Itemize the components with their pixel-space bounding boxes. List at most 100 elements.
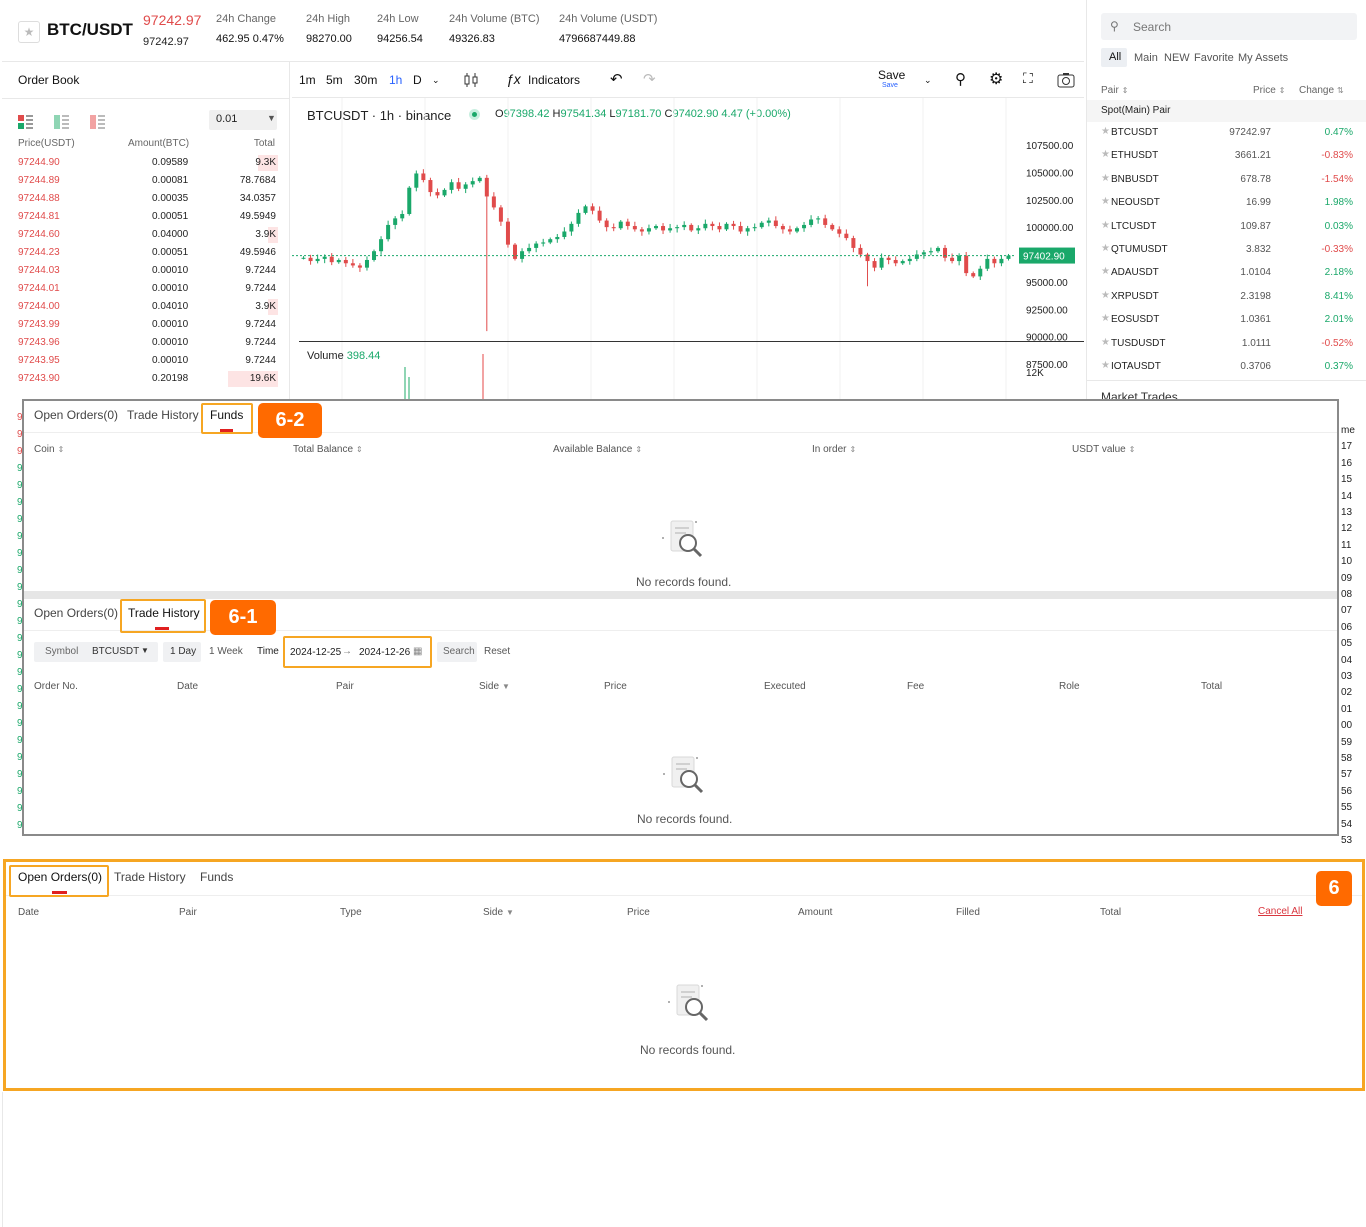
interval-5m[interactable]: 5m	[326, 73, 343, 87]
tab-new[interactable]: NEW	[1164, 52, 1190, 64]
search-placeholder: Search	[1133, 20, 1172, 34]
col-side[interactable]: Side ▼	[483, 907, 514, 918]
col-price[interactable]: Price ⇕	[1253, 85, 1286, 96]
search-button[interactable]: Search	[437, 642, 477, 662]
search-box[interactable]: ⚲ Search	[1101, 13, 1357, 40]
alert-icon[interactable]: ⚲	[955, 70, 966, 88]
tab-main[interactable]: Main	[1134, 52, 1158, 64]
cancel-all-link[interactable]: Cancel All	[1258, 906, 1302, 917]
col-side[interactable]: Side ▼	[479, 681, 510, 692]
indicators-button[interactable]: Indicators	[528, 73, 580, 87]
ask-row[interactable]: 97244.23 0.00051 49.5946	[2, 244, 290, 262]
favorite-star-icon[interactable]: ★	[1101, 266, 1110, 277]
col-role: Role	[1059, 681, 1080, 692]
tab-all[interactable]: All	[1101, 48, 1127, 67]
one-day-button[interactable]: 1 Day	[163, 642, 201, 662]
favorite-star-icon[interactable]: ★	[1101, 196, 1110, 207]
ask-row[interactable]: 97244.90 0.09589 9.3K	[2, 154, 290, 172]
interval-1h[interactable]: 1h	[389, 73, 402, 87]
undo-icon[interactable]: ↶	[610, 70, 623, 88]
tab-trade-history[interactable]: Trade History	[114, 870, 186, 884]
ask-row[interactable]: 97244.00 0.04010 3.9K	[2, 298, 290, 316]
pair-row[interactable]: ★ QTUMUSDT 3.832 -0.33%	[1087, 239, 1366, 262]
col-change[interactable]: Change ⇅	[1299, 85, 1344, 96]
tab-my-assets[interactable]: My Assets	[1238, 52, 1288, 64]
interval-dropdown-icon[interactable]: ⌄	[432, 75, 440, 86]
favorite-star-icon[interactable]: ★	[1101, 360, 1110, 371]
candle-type-icon[interactable]	[463, 72, 479, 88]
ask-row[interactable]: 97243.95 0.00010 9.7244	[2, 352, 290, 370]
pair-row[interactable]: ★ LTCUSDT 109.87 0.03%	[1087, 216, 1366, 239]
pair-row[interactable]: ★ EOSUSDT 1.0361 2.01%	[1087, 309, 1366, 332]
pair-row[interactable]: ★ IOTAUSDT 0.3706 0.37%	[1087, 356, 1366, 379]
col-total: Total	[1100, 907, 1122, 918]
candle-body	[491, 196, 496, 208]
col-pair[interactable]: Pair ⇕	[1101, 85, 1129, 96]
col-pair: Pair	[179, 907, 197, 918]
pair-row[interactable]: ★ BTCUSDT 97242.97 0.47%	[1087, 122, 1366, 145]
pair-row[interactable]: ★ ADAUSDT 1.0104 2.18%	[1087, 262, 1366, 285]
book-asks-icon[interactable]	[90, 115, 105, 130]
pair-row[interactable]: ★ NEOUSDT 16.99 1.98%	[1087, 192, 1366, 215]
date-range-picker[interactable]: 2024-12-25 → 2024-12-26 ▦	[283, 636, 432, 668]
tab-favorite[interactable]: Favorite	[1194, 52, 1234, 64]
pair-row[interactable]: ★ XRPUSDT 2.3198 8.41%	[1087, 286, 1366, 309]
candle-body	[668, 228, 673, 231]
candle-body	[301, 257, 306, 259]
ask-row[interactable]: 97244.01 0.00010 9.7244	[2, 280, 290, 298]
interval-d[interactable]: D	[413, 73, 422, 87]
ask-row[interactable]: 97244.89 0.00081 78.7684	[2, 172, 290, 190]
book-bids-icon[interactable]	[54, 115, 69, 130]
col-coin[interactable]: Coin ⇕	[34, 444, 64, 455]
fullscreen-icon[interactable]: ⛶	[1023, 70, 1033, 87]
ask-row[interactable]: 97243.99 0.00010 9.7244	[2, 316, 290, 334]
tab-trade-history[interactable]: Trade History	[127, 408, 199, 422]
save-button[interactable]: Save	[878, 68, 905, 82]
ask-amount: 0.00010	[152, 355, 189, 366]
col-total-balance[interactable]: Total Balance ⇕	[293, 444, 363, 455]
precision-select[interactable]: 0.01 ▼	[209, 110, 277, 130]
favorite-star-icon[interactable]: ★	[1101, 337, 1110, 348]
candle-plot: 107500.00 105000.00 102500.00 100000.00 9500…	[292, 98, 1075, 402]
col-usdt-value[interactable]: USDT value ⇕	[1072, 444, 1135, 455]
favorite-star-icon[interactable]: ★	[18, 21, 40, 43]
tab-funds[interactable]: Funds	[200, 870, 233, 884]
favorite-star-icon[interactable]: ★	[1101, 173, 1110, 184]
orders-tabs: Open Orders(0) Trade History Funds	[6, 862, 1362, 896]
candle-body	[379, 239, 384, 252]
interval-1m[interactable]: 1m	[299, 73, 316, 87]
book-both-icon[interactable]	[18, 115, 33, 130]
redo-icon[interactable]: ↷	[643, 70, 656, 88]
pair-row[interactable]: ★ ETHUSDT 3661.21 -0.83%	[1087, 145, 1366, 168]
trade-time-partial: 01	[1341, 703, 1353, 715]
ask-row[interactable]: 97243.96 0.00010 9.7244	[2, 334, 290, 352]
camera-icon[interactable]	[1057, 72, 1075, 88]
tab-open-orders[interactable]: Open Orders(0)	[34, 408, 118, 422]
step-badge: 6	[1316, 871, 1352, 906]
pair-row[interactable]: ★ BNBUSDT 678.78 -1.54%	[1087, 169, 1366, 192]
ask-row[interactable]: 97244.03 0.00010 9.7244	[2, 262, 290, 280]
col-in-order[interactable]: In order ⇕	[812, 444, 856, 455]
ask-row[interactable]: 97243.90 0.20198 19.6K	[2, 370, 290, 388]
pair-symbol: IOTAUSDT	[1111, 361, 1161, 372]
save-dropdown-icon[interactable]: ⌄	[924, 75, 932, 86]
gear-icon[interactable]: ⚙	[989, 69, 1003, 89]
ask-row[interactable]: 97244.88 0.00035 34.0357	[2, 190, 290, 208]
pair-row[interactable]: ★ TUSDUSDT 1.0111 -0.52%	[1087, 333, 1366, 356]
col-available-balance[interactable]: Available Balance ⇕	[553, 444, 642, 455]
reset-button[interactable]: Reset	[484, 646, 510, 657]
favorite-star-icon[interactable]: ★	[1101, 149, 1110, 160]
candle-body	[386, 224, 391, 240]
tab-open-orders[interactable]: Open Orders(0)	[34, 606, 118, 620]
favorite-star-icon[interactable]: ★	[1101, 243, 1110, 254]
interval-30m[interactable]: 30m	[354, 73, 377, 87]
one-week-button[interactable]: 1 Week	[209, 646, 243, 657]
favorite-star-icon[interactable]: ★	[1101, 313, 1110, 324]
favorite-star-icon[interactable]: ★	[1101, 220, 1110, 231]
step-badge: 6-2	[258, 403, 322, 438]
ask-row[interactable]: 97244.60 0.04000 3.9K	[2, 226, 290, 244]
favorite-star-icon[interactable]: ★	[1101, 290, 1110, 301]
ask-row[interactable]: 97244.81 0.00051 49.5949	[2, 208, 290, 226]
favorite-star-icon[interactable]: ★	[1101, 126, 1110, 137]
symbol-select[interactable]: Symbol BTCUSDT ▼	[34, 642, 158, 662]
